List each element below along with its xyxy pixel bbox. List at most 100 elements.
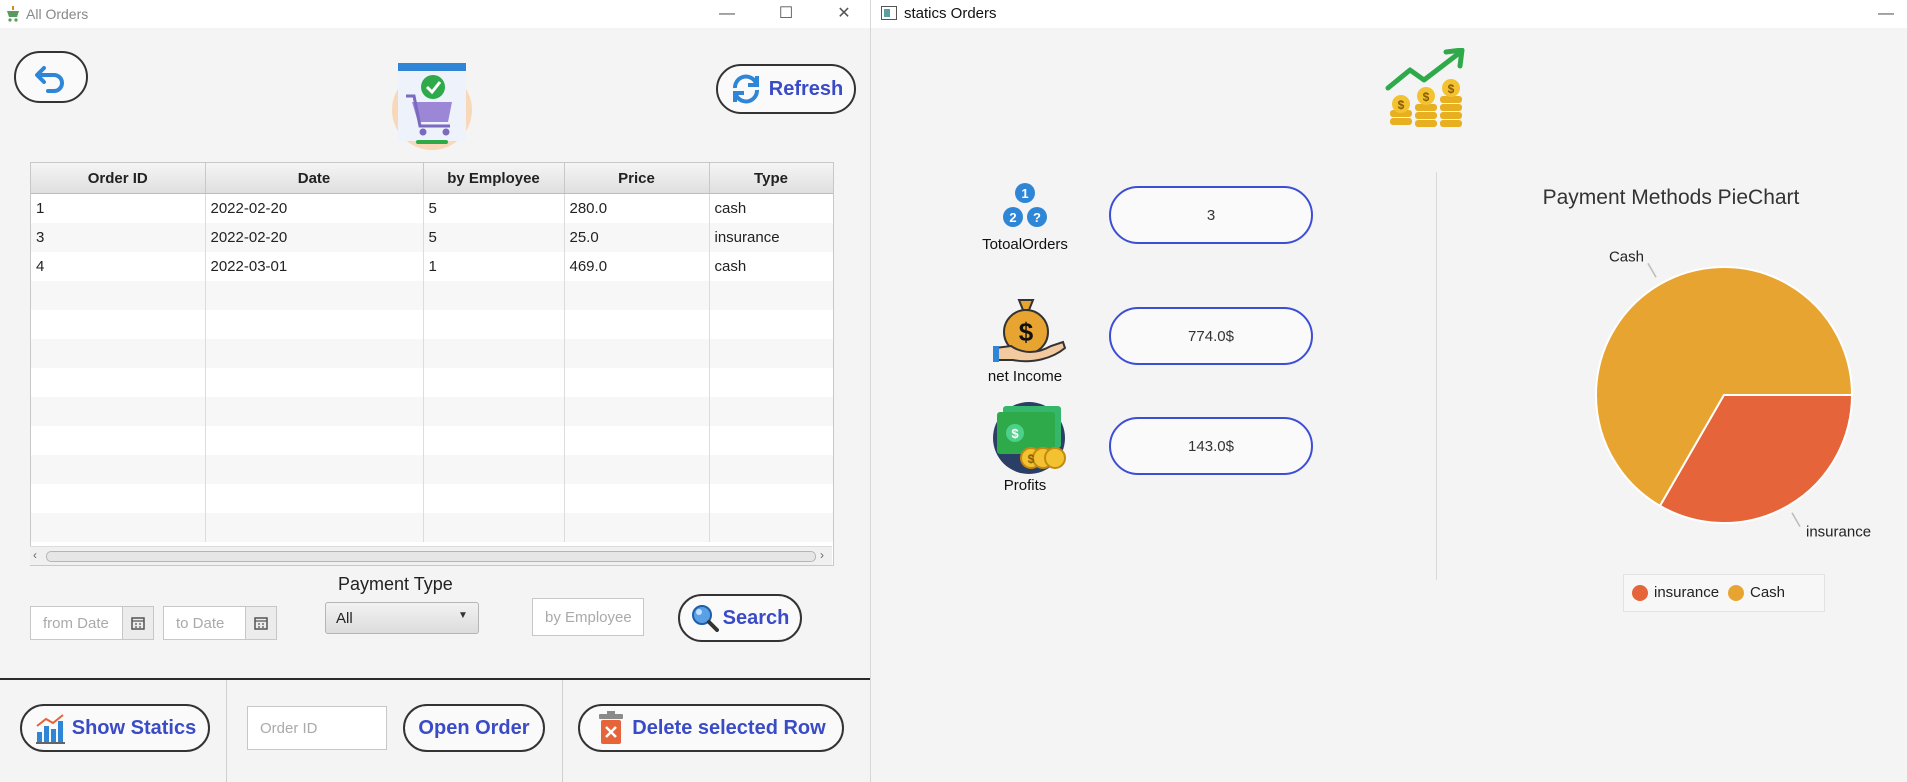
empty-row: [31, 513, 833, 542]
svg-text:?: ?: [1033, 210, 1041, 225]
cell-employee: 1: [423, 252, 565, 281]
payment-methods-pie-chart: Cash insurance: [1595, 248, 1871, 541]
cell-price: 469.0: [564, 252, 710, 281]
empty-row: [31, 339, 833, 368]
payment-type-select[interactable]: All ▼: [325, 602, 479, 634]
cell-type: cash: [709, 252, 833, 281]
column-header-type[interactable]: Type: [709, 163, 833, 194]
pie-label-insurance: insurance: [1806, 524, 1871, 541]
to-date-field[interactable]: to Date: [163, 606, 249, 640]
refresh-icon: [732, 74, 759, 104]
cell-date: 2022-03-01: [205, 252, 424, 281]
cell-employee: 5: [423, 193, 565, 223]
from-date-calendar-button[interactable]: [122, 606, 154, 640]
shopping-cart-logo-icon: [392, 63, 472, 150]
minimize-button[interactable]: —: [712, 0, 742, 28]
minimize-button[interactable]: —: [1871, 0, 1901, 28]
calendar-icon: [254, 617, 268, 630]
cash-coins-icon: $ $: [993, 402, 1066, 474]
numbered-circles-icon: 1 2 ?: [1003, 183, 1047, 227]
show-statics-button[interactable]: Show Statics: [20, 704, 210, 752]
bottom-divider: [562, 680, 563, 782]
bottom-divider: [0, 678, 870, 680]
open-order-label: Open Order: [418, 716, 530, 739]
cell-order-id: 4: [31, 252, 206, 281]
bottom-divider: [226, 680, 227, 782]
cell-order-id: 3: [31, 223, 206, 252]
close-button[interactable]: ✕: [829, 0, 859, 28]
legend-label-insurance: insurance: [1654, 584, 1720, 601]
total-orders-label: TotoalOrders: [982, 236, 1068, 253]
empty-row: [31, 426, 833, 455]
empty-row: [31, 397, 833, 426]
empty-row: [31, 368, 833, 397]
employee-filter-field[interactable]: by Employee: [532, 598, 644, 636]
title-bar: All Orders — ☐ ✕: [0, 0, 870, 28]
delete-selected-row-button[interactable]: Delete selected Row: [578, 704, 844, 752]
svg-text:$: $: [1448, 82, 1455, 96]
show-statics-label: Show Statics: [71, 716, 197, 739]
svg-text:2: 2: [1009, 210, 1016, 225]
legend-swatch-cash: [1728, 585, 1744, 601]
cell-price: 280.0: [564, 193, 710, 223]
cell-type: cash: [709, 193, 833, 223]
table-row[interactable]: 3 2022-02-20 5 25.0 insurance: [31, 223, 833, 252]
profits-label: Profits: [1003, 477, 1047, 494]
table-header-row: Order ID Date by Employee Price Type: [31, 163, 833, 194]
column-header-price[interactable]: Price: [564, 163, 710, 194]
chevron-down-icon: ▼: [458, 610, 468, 621]
total-orders-value: 3: [1109, 186, 1313, 244]
svg-text:$: $: [1028, 452, 1035, 466]
cell-type: insurance: [709, 223, 833, 252]
cell-price: 25.0: [564, 223, 710, 252]
pie-label-cash: Cash: [1609, 248, 1644, 265]
chart-title: Payment Methods PieChart: [1542, 186, 1800, 209]
svg-text:$: $: [1423, 90, 1430, 104]
search-button[interactable]: Search: [678, 594, 802, 642]
net-income-label: net Income: [987, 368, 1063, 385]
scrollbar-thumb[interactable]: [46, 551, 816, 562]
window-title: All Orders: [26, 6, 89, 22]
empty-row: [31, 281, 833, 310]
app-icon: [881, 6, 897, 20]
pie-label-line-insurance: [1791, 512, 1801, 528]
svg-text:$: $: [1398, 98, 1405, 112]
cell-employee: 5: [423, 223, 565, 252]
search-label: Search: [722, 606, 790, 629]
panel-separator: [1436, 172, 1437, 580]
empty-row: [31, 484, 833, 513]
svg-text:$: $: [1019, 317, 1034, 347]
legend-label-cash: Cash: [1750, 584, 1786, 601]
statics-orders-window: statics Orders — $ $ $ 1 2 ? TotoalOrder…: [871, 0, 1907, 782]
column-header-order-id[interactable]: Order ID: [31, 163, 206, 194]
order-id-field[interactable]: Order ID: [247, 706, 387, 750]
pie-label-line-cash: [1647, 262, 1657, 278]
refresh-button[interactable]: Refresh: [716, 64, 856, 114]
table-row[interactable]: 4 2022-03-01 1 469.0 cash: [31, 252, 833, 281]
from-date-field[interactable]: from Date: [30, 606, 124, 640]
window-title: statics Orders: [904, 5, 997, 22]
svg-text:$: $: [1011, 426, 1019, 441]
maximize-button[interactable]: ☐: [771, 0, 801, 28]
chart-legend: insurance Cash: [1623, 574, 1825, 612]
open-order-button[interactable]: Open Order: [403, 704, 545, 752]
column-header-by-employee[interactable]: by Employee: [423, 163, 565, 194]
to-date-calendar-button[interactable]: [245, 606, 277, 640]
back-arrow-icon: [35, 66, 64, 93]
app-icon: [7, 6, 19, 22]
trash-icon: [599, 711, 624, 744]
payment-type-value: All: [336, 610, 353, 627]
net-income-value: 774.0$: [1109, 307, 1313, 365]
scroll-right-icon[interactable]: ›: [820, 548, 824, 562]
scroll-left-icon[interactable]: ‹: [33, 548, 37, 562]
back-button[interactable]: [14, 51, 88, 103]
svg-text:1: 1: [1021, 186, 1028, 201]
bar-chart-icon: [35, 714, 65, 744]
orders-table[interactable]: Order ID Date by Employee Price Type 1 2…: [30, 162, 834, 566]
column-header-date[interactable]: Date: [205, 163, 424, 194]
delete-label: Delete selected Row: [632, 716, 826, 739]
cell-date: 2022-02-20: [205, 223, 424, 252]
table-row[interactable]: 1 2022-02-20 5 280.0 cash: [31, 193, 833, 223]
legend-swatch-insurance: [1632, 585, 1648, 601]
horizontal-scrollbar[interactable]: ‹ ›: [30, 546, 832, 565]
